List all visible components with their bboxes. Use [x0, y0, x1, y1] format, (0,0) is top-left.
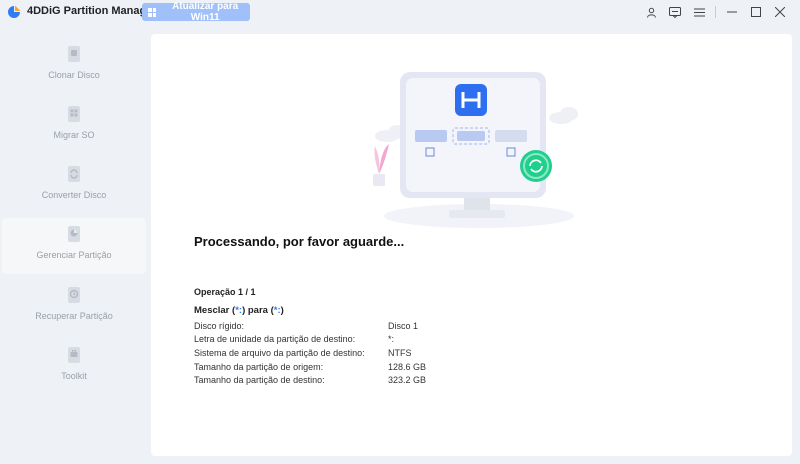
merge-middle: ) para ( — [242, 305, 274, 316]
upgrade-label: Atualizar para Win11 — [172, 1, 239, 23]
detail-value: *: — [388, 334, 395, 345]
minimize-icon[interactable] — [720, 3, 744, 21]
detail-value: Disco 1 — [388, 320, 419, 331]
sidebar: Clonar Disco Migrar SO Converter Disco G… — [0, 24, 148, 464]
merge-prefix: Mesclar ( — [194, 305, 236, 316]
upgrade-win11-button[interactable]: Atualizar para Win11 — [142, 1, 250, 23]
detail-row: Tamanho da partição de destino: 323.2 GB — [194, 373, 508, 387]
sidebar-item-recuperar-particao[interactable]: Recuperar Partição — [2, 279, 146, 335]
sidebar-item-label: Toolkit — [61, 371, 87, 381]
sidebar-item-migrar-so[interactable]: Migrar SO — [2, 98, 146, 154]
operation-count: Operação 1 / 1 — [194, 287, 256, 297]
sidebar-item-label: Converter Disco — [41, 190, 107, 200]
detail-row: Letra de unidade da partição de destino:… — [194, 333, 508, 347]
sidebar-item-label: Clonar Disco — [48, 70, 100, 80]
convert-disk-icon — [68, 166, 80, 182]
feedback-icon[interactable] — [663, 3, 687, 21]
app-logo-icon — [8, 5, 21, 18]
detail-key: Tamanho da partição de destino: — [194, 375, 325, 386]
detail-value: 323.2 GB — [388, 375, 427, 386]
processing-illustration — [373, 72, 578, 228]
toolkit-icon — [68, 347, 80, 363]
detail-key: Tamanho da partição de origem: — [194, 361, 324, 372]
maximize-icon[interactable] — [744, 3, 768, 21]
sidebar-item-toolkit[interactable]: Toolkit — [2, 339, 146, 395]
sidebar-item-gerenciar-particao[interactable]: Gerenciar Partição — [2, 218, 146, 274]
clone-disk-icon — [68, 46, 80, 62]
detail-row: Disco rígido: Disco 1 — [194, 319, 508, 333]
operation-details: Disco rígido: Disco 1 Letra de unidade d… — [194, 319, 508, 387]
user-icon[interactable] — [639, 3, 663, 21]
recover-partition-icon — [68, 287, 80, 303]
sidebar-item-label: Recuperar Partição — [35, 311, 113, 321]
detail-row: Tamanho da partição de origem: 128.6 GB — [194, 360, 508, 374]
titlebar-divider — [715, 6, 716, 18]
detail-row: Sistema de arquivo da partição de destin… — [194, 346, 508, 360]
merge-target-drive: *: — [273, 305, 281, 316]
merge-suffix: ) — [280, 305, 284, 316]
sidebar-item-clonar-disco[interactable]: Clonar Disco — [2, 38, 146, 94]
sidebar-item-label: Migrar SO — [53, 130, 95, 140]
detail-key: Disco rígido: — [194, 320, 245, 331]
cloud-icon — [549, 107, 578, 124]
processing-heading: Processando, por favor aguarde... — [194, 234, 405, 249]
sidebar-item-label: Gerenciar Partição — [36, 250, 112, 260]
menu-icon[interactable] — [687, 3, 711, 21]
merge-summary: Mesclar (*:) para (*:) — [194, 305, 284, 316]
window-controls — [639, 3, 792, 21]
migrate-os-icon — [68, 106, 80, 122]
windows-icon — [148, 7, 157, 17]
detail-value: 128.6 GB — [388, 361, 427, 372]
title-bar: 4DDiG Partition Manager Atualizar para W… — [0, 0, 800, 24]
close-icon[interactable] — [768, 3, 792, 21]
detail-value: NTFS — [388, 347, 412, 358]
manage-partition-icon — [68, 226, 80, 242]
app-title: 4DDiG Partition Manager — [27, 5, 157, 17]
detail-key: Sistema de arquivo da partição de destin… — [194, 347, 365, 358]
detail-key: Letra de unidade da partição de destino: — [194, 334, 356, 345]
sidebar-item-converter-disco[interactable]: Converter Disco — [2, 158, 146, 214]
main-panel: Processando, por favor aguarde... Operaç… — [151, 34, 792, 456]
